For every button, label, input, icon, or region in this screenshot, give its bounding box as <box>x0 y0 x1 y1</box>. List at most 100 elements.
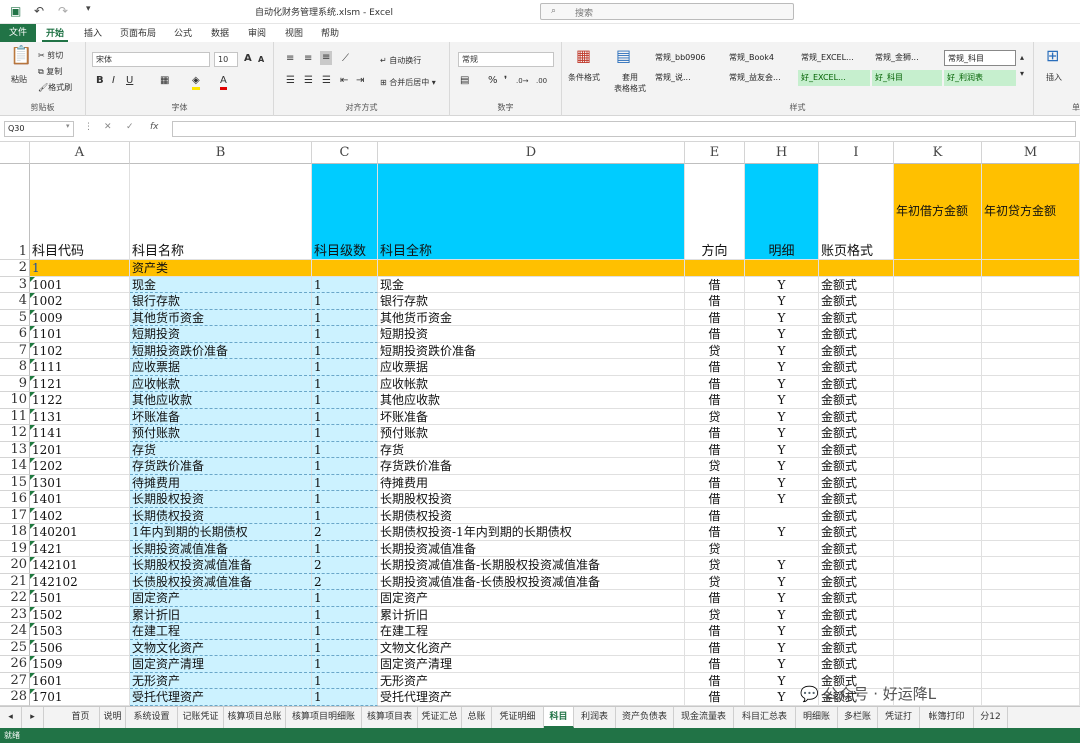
row-header[interactable]: 25 <box>0 639 30 656</box>
cell-name[interactable]: 长期投资减值准备 <box>130 540 312 557</box>
cell-level[interactable]: 1 <box>312 672 378 689</box>
cell-fmt[interactable]: 金额式 <box>819 425 894 442</box>
row-header[interactable]: 8 <box>0 359 30 376</box>
cell-level[interactable]: 1 <box>312 326 378 343</box>
cell-empty[interactable] <box>982 375 1080 392</box>
cell-fmt[interactable]: 金额式 <box>819 623 894 640</box>
cell-empty[interactable] <box>894 557 982 574</box>
sheet-tab[interactable]: 现金流量表 <box>674 707 734 728</box>
cell-empty[interactable] <box>982 672 1080 689</box>
cell-code[interactable]: 1503 <box>30 623 130 640</box>
cell-name[interactable]: 长期股权投资减值准备 <box>130 557 312 574</box>
tab-file[interactable]: 文件 <box>0 24 36 42</box>
cell-empty[interactable] <box>894 276 982 293</box>
cell-empty[interactable] <box>894 458 982 475</box>
cell-empty[interactable] <box>894 309 982 326</box>
customize-quick-access-icon[interactable]: ▾ <box>86 4 91 14</box>
cell-dir[interactable]: 借 <box>685 507 745 524</box>
style-cell-2[interactable]: 常规_Book4 <box>726 50 796 66</box>
cell-fmt[interactable] <box>819 260 894 277</box>
cell-detail[interactable]: Y <box>745 491 819 508</box>
cell-code[interactable]: 1301 <box>30 474 130 491</box>
cell-empty[interactable] <box>894 540 982 557</box>
cell-full[interactable]: 短期投资跌价准备 <box>378 342 685 359</box>
cell-dir[interactable]: 贷 <box>685 342 745 359</box>
row-header[interactable]: 24 <box>0 623 30 640</box>
cell-name[interactable]: 其他货币资金 <box>130 309 312 326</box>
bold-icon[interactable]: B <box>96 75 104 87</box>
cell-name[interactable]: 受托代理资产 <box>130 689 312 706</box>
cell-level[interactable]: 1 <box>312 309 378 326</box>
row-header[interactable]: 13 <box>0 441 30 458</box>
style-cell-10[interactable]: 好_利润表 <box>944 70 1016 86</box>
cell-code[interactable]: 1701 <box>30 689 130 706</box>
cell-code[interactable]: 1402 <box>30 507 130 524</box>
sheet-tab[interactable]: 分12 <box>974 707 1008 728</box>
cell-fmt[interactable]: 金额式 <box>819 326 894 343</box>
sheet-tab[interactable]: 凭证明细 <box>492 707 544 728</box>
cell-full[interactable]: 其他货币资金 <box>378 309 685 326</box>
paste-button[interactable]: 粘贴 <box>11 74 27 85</box>
cell-fmt[interactable]: 金额式 <box>819 557 894 574</box>
accounting-format-icon[interactable]: ▤ <box>460 75 469 87</box>
format-as-table-icon[interactable]: ▤ <box>616 48 631 64</box>
cell-dir[interactable]: 借 <box>685 326 745 343</box>
cell-detail[interactable]: Y <box>745 606 819 623</box>
cell-empty[interactable] <box>982 557 1080 574</box>
conditional-format-button[interactable]: 条件格式 <box>568 72 600 83</box>
cell-full[interactable]: 应收票据 <box>378 359 685 376</box>
format-as-table-button[interactable]: 套用 表格格式 <box>614 72 646 94</box>
cell-dir[interactable]: 借 <box>685 309 745 326</box>
style-cell-6[interactable]: 常规_说... <box>652 70 724 86</box>
cell-level[interactable]: 1 <box>312 441 378 458</box>
row-header[interactable]: 3 <box>0 276 30 293</box>
cell-empty[interactable] <box>894 260 982 277</box>
copy-button[interactable]: ⧉ 复制 <box>38 66 62 77</box>
prev-sheet-icon[interactable]: ◂ <box>0 707 22 728</box>
cell-full[interactable]: 其他应收款 <box>378 392 685 409</box>
formula-input[interactable] <box>172 121 1076 137</box>
cell-fmt[interactable]: 金额式 <box>819 573 894 590</box>
sheet-tab[interactable]: 核算项目表 <box>362 707 418 728</box>
cell-empty[interactable] <box>894 491 982 508</box>
row-header[interactable]: 26 <box>0 656 30 673</box>
cell-name[interactable]: 存货跌价准备 <box>130 458 312 475</box>
row-header[interactable]: 2 <box>0 260 30 277</box>
cell-name[interactable]: 资产类 <box>130 260 312 277</box>
sheet-tab[interactable]: 科目汇总表 <box>734 707 796 728</box>
cell-dir[interactable]: 借 <box>685 491 745 508</box>
cell-code[interactable]: 1009 <box>30 309 130 326</box>
cell-empty[interactable] <box>982 590 1080 607</box>
cell-fmt[interactable]: 金额式 <box>819 524 894 541</box>
cell-detail[interactable]: Y <box>745 441 819 458</box>
align-middle-icon[interactable]: ≡ <box>304 53 312 65</box>
cell-full[interactable]: 长期投资减值准备-长期股权投资减值准备 <box>378 557 685 574</box>
tab-data[interactable]: 数据 <box>207 26 233 42</box>
sheet-tab[interactable]: 核算项目明细账 <box>286 707 362 728</box>
decrease-font-icon[interactable]: A <box>258 54 264 66</box>
cell-empty[interactable] <box>894 326 982 343</box>
cell-full[interactable] <box>378 260 685 277</box>
cell-detail[interactable]: Y <box>745 408 819 425</box>
tab-review[interactable]: 审阅 <box>244 26 270 42</box>
cell-empty[interactable] <box>982 425 1080 442</box>
decrease-decimal-icon[interactable]: .00 <box>536 75 547 87</box>
percent-icon[interactable]: % <box>488 75 498 87</box>
cell-full[interactable]: 长期投资减值准备-长债股权投资减值准备 <box>378 573 685 590</box>
cell-empty[interactable] <box>982 392 1080 409</box>
conditional-format-icon[interactable]: ▦ <box>576 48 591 64</box>
column-header-m[interactable]: M <box>982 142 1080 164</box>
cell-level[interactable]: 1 <box>312 392 378 409</box>
cell-empty[interactable] <box>982 540 1080 557</box>
cell-empty[interactable] <box>894 375 982 392</box>
cell-name[interactable]: 应收票据 <box>130 359 312 376</box>
cell-dir[interactable]: 贷 <box>685 458 745 475</box>
style-cell-9[interactable]: 好_科目 <box>872 70 942 86</box>
cell-level[interactable]: 1 <box>312 491 378 508</box>
row-header[interactable]: 10 <box>0 392 30 409</box>
cell-empty[interactable] <box>982 326 1080 343</box>
cell-name[interactable]: 存货 <box>130 441 312 458</box>
cell-code[interactable]: 1131 <box>30 408 130 425</box>
cell-fmt[interactable]: 金额式 <box>819 507 894 524</box>
paste-icon[interactable]: 📋 <box>10 47 32 65</box>
